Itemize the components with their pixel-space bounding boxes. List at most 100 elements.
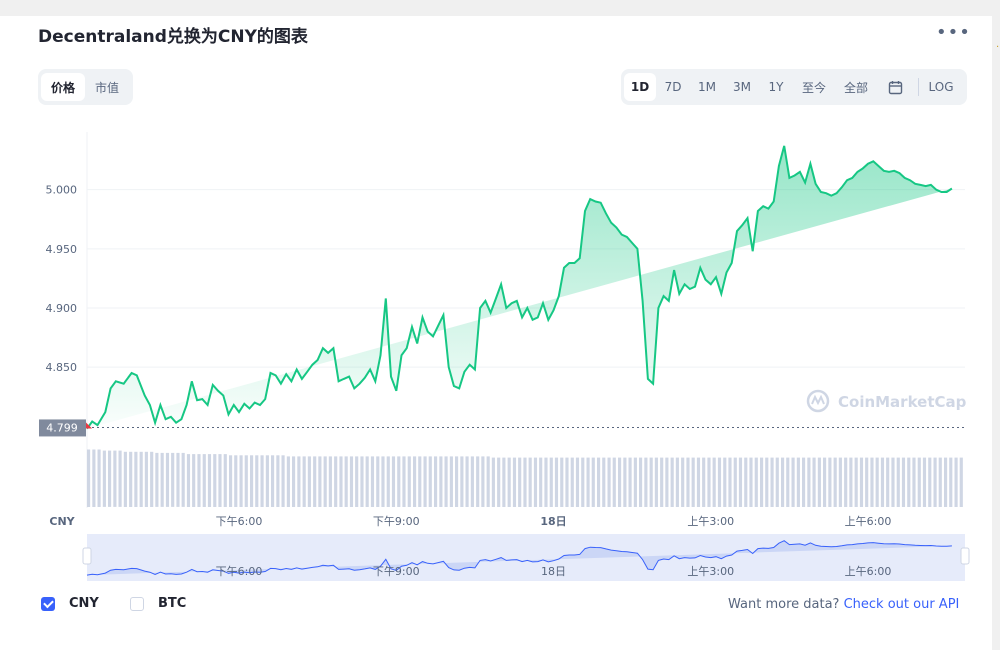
- volume-bar: [402, 456, 406, 507]
- price-chart: 4.799 4.850 4.900 4.950 5.000 CNY 下午6:00 下午9:…: [39, 132, 970, 581]
- volume-bar: [444, 456, 448, 507]
- volume-bar: [229, 455, 233, 507]
- volume-bar: [150, 451, 154, 507]
- volume-bar: [696, 457, 701, 507]
- volume-bar: [497, 457, 501, 507]
- navigator-handle-right[interactable]: [960, 547, 970, 565]
- volume-bar: [349, 456, 354, 507]
- volume-bar: [886, 457, 890, 507]
- volume-bar: [449, 456, 453, 507]
- navigator-tick-label: 下午9:00: [373, 565, 420, 578]
- volume-bar: [202, 454, 206, 507]
- volume-bar: [318, 456, 322, 507]
- volume-bar: [391, 456, 396, 507]
- volume-bar: [707, 457, 711, 507]
- volume-bar: [223, 454, 227, 507]
- volume-bar: [413, 456, 417, 507]
- x-tick-label: 下午6:00: [216, 515, 263, 528]
- volume-bar: [933, 457, 937, 507]
- volume-bar: [686, 457, 690, 507]
- volume-bar: [760, 457, 764, 507]
- volume-bar: [791, 457, 795, 507]
- volume-bar: [560, 457, 564, 507]
- btc-checkbox[interactable]: [130, 596, 144, 611]
- volume-bar: [539, 457, 543, 507]
- volume-bar: [565, 457, 569, 507]
- volume-bar: [271, 455, 275, 507]
- volume-bar: [917, 457, 921, 507]
- navigator-tick-label: 18日: [541, 565, 566, 578]
- navigator-handle-left[interactable]: [82, 547, 92, 565]
- coinmarketcap-logo-mark: [811, 394, 825, 406]
- volume-bar: [880, 457, 885, 507]
- volume-bar: [323, 456, 327, 507]
- volume-bar: [491, 457, 495, 507]
- volume-bar: [702, 457, 706, 507]
- volume-bar: [896, 457, 900, 507]
- volume-bar: [507, 457, 511, 507]
- volume-bar: [854, 457, 858, 507]
- volume-bar: [476, 456, 480, 507]
- volume-bar: [733, 457, 737, 507]
- current-price-label: 4.799: [46, 421, 78, 434]
- btc-label: BTC: [158, 596, 187, 611]
- volume-bar: [286, 456, 290, 507]
- volume-bar: [812, 457, 816, 507]
- y-tick-label: 4.950: [46, 243, 78, 256]
- volume-bar: [644, 457, 648, 507]
- volume-bar: [623, 457, 627, 507]
- navigator-tick-label: 上午6:00: [845, 565, 892, 578]
- volume-bar: [618, 457, 622, 507]
- option-cny[interactable]: CNY: [41, 596, 99, 611]
- volume-bar: [554, 457, 559, 507]
- volume-bar: [423, 456, 427, 507]
- volume-bar: [144, 451, 148, 507]
- volume-bar: [470, 456, 474, 507]
- volume-bar: [907, 457, 911, 507]
- volume-bar: [171, 452, 175, 507]
- volume-bar: [575, 457, 580, 507]
- volume-bar: [234, 455, 238, 507]
- volume-bar: [102, 450, 106, 507]
- volume-bar: [123, 451, 127, 507]
- volume-bar: [244, 455, 248, 507]
- volume-bar: [749, 457, 753, 507]
- volume-bar: [607, 457, 611, 507]
- volume-bar: [307, 456, 311, 507]
- x-tick-label: 上午6:00: [845, 515, 892, 528]
- volume-bar: [297, 456, 301, 507]
- volume-bar: [108, 450, 112, 507]
- volume-bar: [255, 455, 259, 507]
- volume-bar: [434, 456, 438, 507]
- volume-bar: [134, 451, 138, 507]
- volume-bar: [165, 452, 170, 507]
- volume-bar: [502, 457, 506, 507]
- volume-bar: [533, 457, 538, 507]
- cny-label: CNY: [69, 596, 99, 611]
- volume-bar: [313, 456, 317, 507]
- volume-bar: [365, 456, 369, 507]
- volume-bar: [455, 456, 459, 507]
- volume-bar: [428, 456, 432, 507]
- volume-bar: [213, 454, 217, 507]
- volume-bar: [281, 455, 285, 507]
- volume-bar: [681, 457, 685, 507]
- volume-bar: [723, 457, 727, 507]
- volume-bar: [670, 457, 674, 507]
- volume-bar: [581, 457, 585, 507]
- volume-bar: [155, 452, 159, 507]
- volume-bar: [528, 457, 532, 507]
- volume-bar: [665, 457, 669, 507]
- api-link[interactable]: Check out our API: [844, 597, 960, 612]
- volume-bar: [439, 456, 443, 507]
- x-tick-label: 上午3:00: [687, 515, 734, 528]
- volume-bar: [486, 456, 490, 507]
- volume-bar: [460, 456, 464, 507]
- option-btc[interactable]: BTC: [130, 596, 186, 611]
- volume-bar: [328, 456, 332, 507]
- volume-bar: [113, 450, 117, 507]
- volume-bar: [339, 456, 343, 507]
- volume-bar: [181, 452, 185, 507]
- volume-bar: [712, 457, 716, 507]
- cny-checkbox[interactable]: [41, 596, 55, 611]
